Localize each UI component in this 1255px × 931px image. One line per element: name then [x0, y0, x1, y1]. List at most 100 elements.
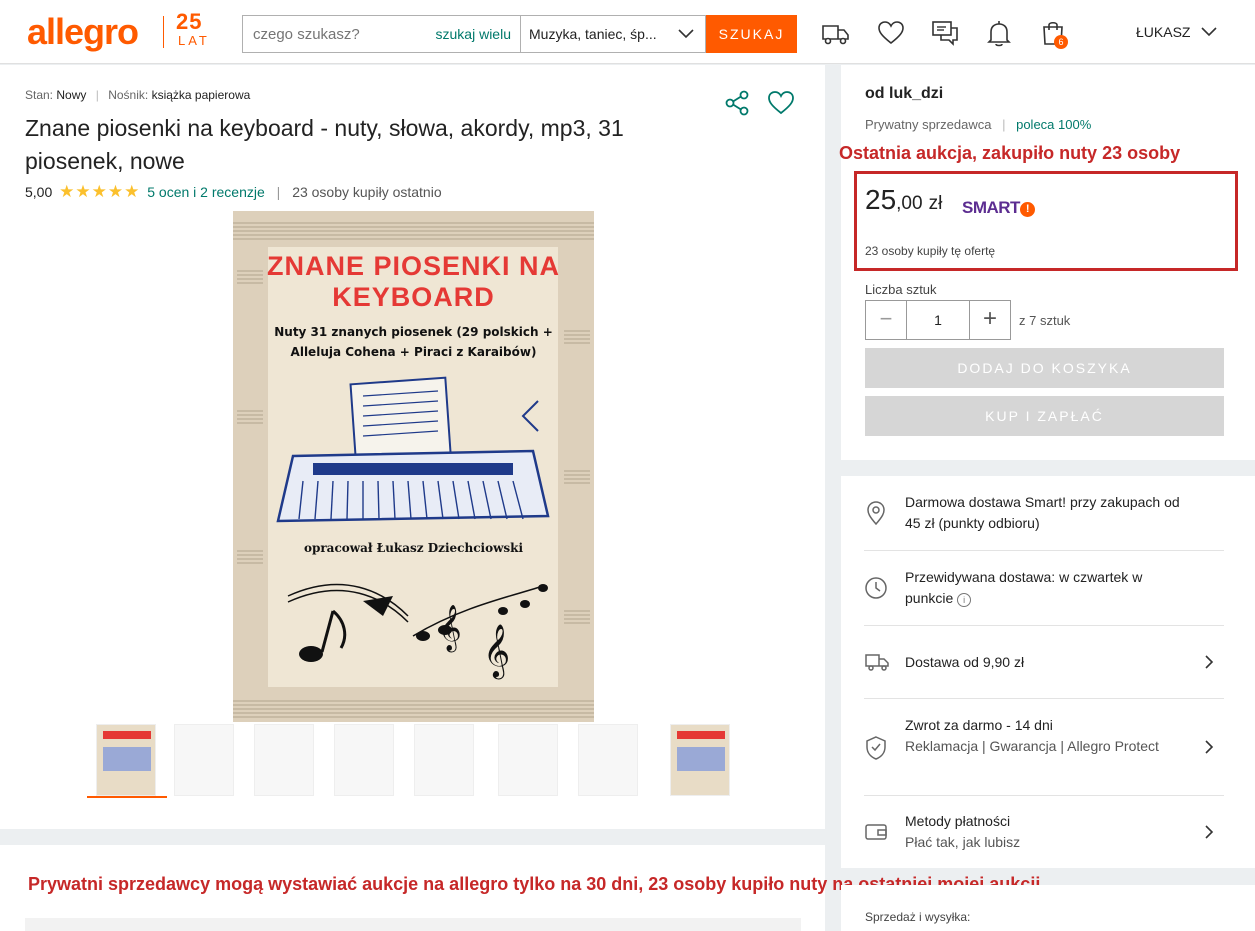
cover-author: opracował Łukasz Dziechciowski — [303, 541, 524, 555]
param-divider: | — [95, 88, 99, 102]
chevron-right-icon[interactable] — [1203, 739, 1215, 755]
recent-buyers: 23 osoby kupiły ostatnio — [292, 184, 442, 200]
chat-icon[interactable] — [930, 18, 960, 48]
location-pin-icon — [867, 501, 885, 526]
row-divider — [864, 625, 1224, 626]
price-currency: zł — [928, 193, 943, 214]
quantity-decrease-button[interactable]: − — [866, 301, 906, 339]
smart-exclamation-icon: ! — [1019, 202, 1035, 217]
search-input[interactable] — [253, 26, 423, 43]
search-box: szukaj wielu — [242, 15, 521, 53]
search-button[interactable]: SZUKAJ — [706, 15, 797, 53]
rating-value: 5,00 — [25, 184, 53, 200]
keyboard-illustration — [276, 376, 550, 523]
info-icon[interactable]: i — [957, 593, 972, 607]
returns-subtitle: Reklamacja | Gwarancja | Allegro Protect — [905, 738, 1159, 754]
reviews-link[interactable]: 5 ocen i 2 recenzje — [147, 184, 265, 200]
add-to-cart-button[interactable]: DODAJ DO KOSZYKA — [865, 348, 1224, 388]
shield-check-icon — [866, 736, 886, 760]
music-notes-illustration: 𝄞 𝄞 — [287, 583, 548, 679]
thumbnail-keyboard-art — [677, 747, 725, 771]
category-select[interactable]: Muzyka, taniec, śp... — [520, 15, 706, 53]
medium-label: Nośnik: — [108, 88, 149, 102]
quantity-increase-button[interactable]: + — [970, 301, 1010, 339]
thumbnail-title-bar — [677, 731, 725, 739]
row-divider — [864, 550, 1224, 551]
smart-badge: SMART! — [962, 198, 1035, 218]
rating-row: 5,00 ★★★★★ 5 ocen i 2 recenzje | 23 osob… — [25, 182, 442, 202]
delivery-truck-icon — [865, 654, 889, 671]
sales-panel — [841, 885, 1255, 931]
active-thumbnail-indicator — [87, 796, 167, 798]
top-bar: allegro 25 LAT szukaj wielu Muzyka, tani… — [0, 0, 1255, 64]
price-integer: 25 — [865, 184, 897, 215]
price: 25,00 zł — [865, 184, 942, 216]
quantity-input[interactable]: 1 — [906, 301, 970, 339]
rating-stars: ★★★★★ — [59, 182, 141, 201]
seller-recommend[interactable]: poleca 100% — [1016, 117, 1091, 132]
seller-type: Prywatny sprzedawca — [865, 117, 992, 132]
thumbnail[interactable] — [334, 724, 394, 796]
delivery-cost-link[interactable]: Dostawa od 9,90 zł — [905, 652, 1190, 673]
seller-info: Prywatny sprzedawca | poleca 100% — [865, 117, 1091, 132]
thumbnail-keyboard-art — [103, 747, 151, 771]
thumbnail[interactable] — [254, 724, 314, 796]
clock-icon — [865, 577, 887, 599]
chevron-right-icon[interactable] — [1203, 654, 1215, 670]
search-many-link[interactable]: szukaj wielu — [436, 26, 511, 42]
row-divider — [864, 698, 1224, 699]
payment-title: Metody płatności — [905, 813, 1011, 829]
anniversary-word: LAT — [178, 33, 210, 48]
quantity-label: Liczba sztuk — [865, 282, 937, 297]
returns-title: Zwrot za darmo - 14 dni — [905, 717, 1053, 733]
product-params: Stan: Nowy | Nośnik: książka papierowa — [25, 88, 250, 102]
row-divider — [864, 795, 1224, 796]
wallet-icon — [865, 824, 887, 840]
annotation-top: Ostatnia aukcja, zakupiło nuty 23 osoby — [839, 143, 1181, 163]
chevron-down-icon[interactable] — [1200, 26, 1218, 38]
medium-value: książka papierowa — [151, 88, 251, 102]
delivery-truck-icon[interactable] — [820, 18, 850, 48]
price-decimal: ,00 — [896, 193, 923, 214]
condition-value: Nowy — [56, 88, 87, 102]
thumbnail-title-bar — [103, 731, 151, 739]
quantity-available: z 7 sztuk — [1019, 313, 1071, 328]
thumbnail[interactable] — [670, 724, 730, 796]
logo-divider — [163, 16, 164, 48]
cover-subtitle: Nuty 31 znanych piosenek (29 polskich + … — [274, 325, 553, 359]
payment-methods-info[interactable]: Metody płatności Płać tak, jak lubisz — [905, 811, 1190, 853]
product-main-image[interactable]: ZNANE PIOSENKI NA KEYBOARD Nuty 31 znany… — [233, 211, 594, 722]
allegro-logo[interactable]: allegro — [27, 13, 139, 51]
image-thumbnails — [87, 724, 737, 800]
description-box — [25, 918, 801, 931]
svg-text:𝄞: 𝄞 — [483, 623, 510, 679]
heart-icon[interactable] — [876, 18, 906, 48]
svg-text:𝄞: 𝄞 — [438, 605, 462, 653]
thumbnail[interactable] — [96, 724, 156, 796]
bought-count: 23 osoby kupiły tę ofertę — [865, 244, 996, 258]
smart-label: SMART — [962, 198, 1020, 217]
favorite-heart-icon[interactable] — [767, 90, 795, 116]
thumbnail[interactable] — [414, 724, 474, 796]
payment-subtitle: Płać tak, jak lubisz — [905, 834, 1021, 850]
rating-divider: | — [276, 184, 281, 200]
share-icon[interactable] — [723, 89, 751, 117]
user-menu[interactable]: ŁUKASZ — [1136, 24, 1190, 40]
cart-count-badge: 6 — [1054, 35, 1068, 49]
buy-now-button[interactable]: KUP I ZAPŁAĆ — [865, 396, 1224, 436]
returns-info[interactable]: Zwrot za darmo - 14 dni Reklamacja | Gwa… — [905, 715, 1190, 757]
thumbnail[interactable] — [578, 724, 638, 796]
thumbnail[interactable] — [498, 724, 558, 796]
seller-divider: | — [1002, 117, 1006, 132]
thumbnail[interactable] — [174, 724, 234, 796]
expected-delivery-text: Przewidywana dostawa: w czwartek w punkc… — [905, 569, 1143, 606]
seller-name[interactable]: od luk_dzi — [865, 85, 943, 103]
product-title: Znane piosenki na keyboard - nuty, słowa… — [25, 115, 624, 174]
chevron-right-icon[interactable] — [1203, 824, 1215, 840]
chevron-down-icon — [678, 29, 694, 39]
anniversary-number: 25 — [176, 9, 203, 34]
expected-delivery-info: Przewidywana dostawa: w czwartek w punkc… — [905, 567, 1190, 609]
bell-icon[interactable] — [984, 18, 1014, 48]
condition-label: Stan: — [25, 88, 54, 102]
quantity-stepper: − 1 + — [865, 300, 1011, 340]
